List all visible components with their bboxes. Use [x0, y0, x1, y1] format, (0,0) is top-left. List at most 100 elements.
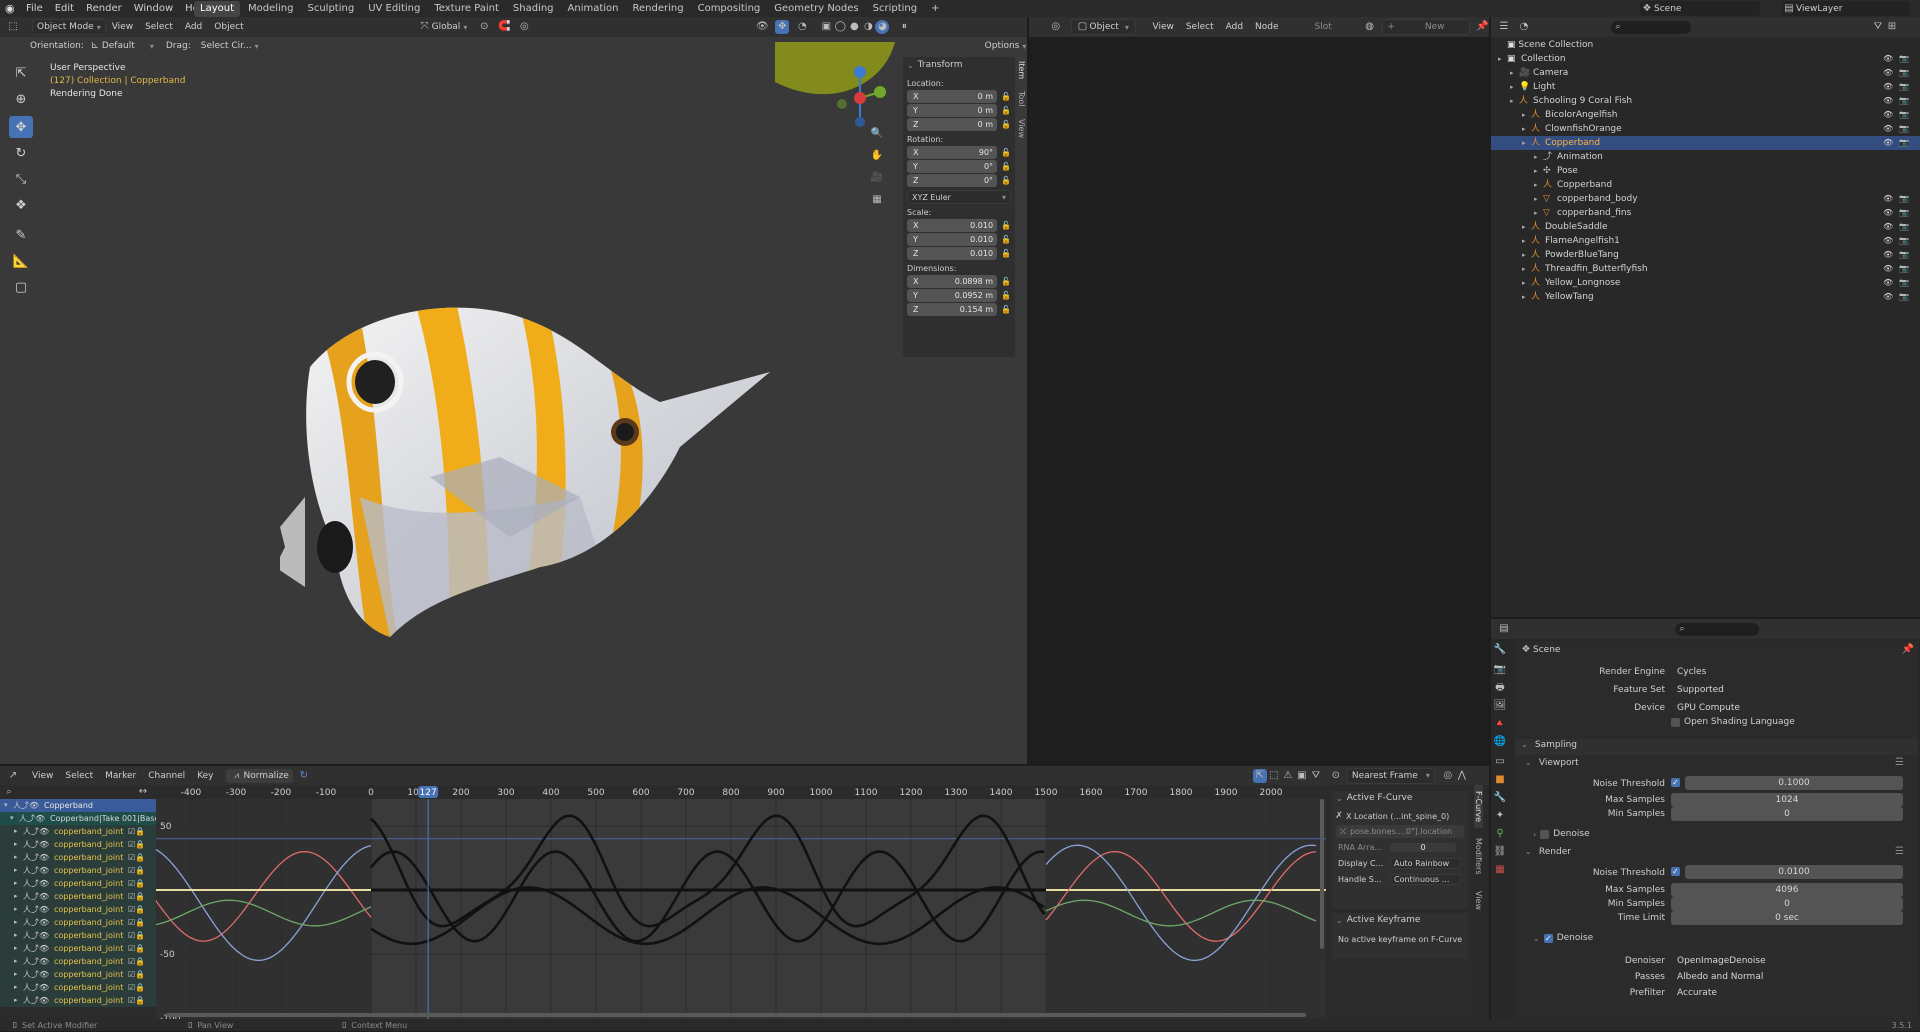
new-material-button[interactable]: + New — [1382, 19, 1469, 35]
expand-arrow-icon[interactable]: ▸ — [14, 825, 18, 838]
channel-toggle-icons[interactable]: ☑🔒 — [128, 877, 145, 890]
channel-toggle-icons[interactable]: ☑🔒 — [128, 994, 145, 1007]
channel-toggle-icons[interactable]: ☑🔒 — [128, 968, 145, 981]
channel-toggle-icons[interactable]: ☑🔒 — [128, 929, 145, 942]
perspective-grid-icon[interactable]: ▦ — [870, 193, 884, 207]
expand-arrow-icon[interactable]: ▸ — [14, 955, 18, 968]
disclosure-arrow-icon[interactable]: ▸ — [1534, 150, 1538, 164]
tab-graph-view[interactable]: View — [1474, 885, 1483, 916]
outliner-item[interactable]: ▸▽copperband_body👁📷 — [1491, 192, 1920, 206]
expand-arrow-icon[interactable]: ▸ — [14, 877, 18, 890]
sync-icon[interactable]: ↔ — [136, 785, 150, 799]
disclosure-arrow-icon[interactable]: ▸ — [1498, 52, 1502, 66]
lock-icon[interactable]: 🔓 — [1001, 277, 1011, 286]
disclosure-arrow-icon[interactable]: ▸ — [1522, 290, 1526, 304]
channel-toggle-icons[interactable]: ☑🔒 — [128, 942, 145, 955]
snap-icon[interactable]: 🧲 — [497, 20, 511, 34]
render-camera-icon[interactable]: 📷 — [1899, 220, 1909, 234]
disclosure-arrow-icon[interactable]: ▸ — [1534, 192, 1538, 206]
render-camera-icon[interactable]: 📷 — [1899, 192, 1909, 206]
visibility-eye-icon[interactable]: 👁 — [1883, 248, 1893, 262]
scene-tab-icon[interactable]: 🔺 — [1493, 717, 1507, 731]
orientation-value[interactable]: Default — [102, 41, 150, 51]
rotate-tool-icon[interactable]: ↻ — [9, 142, 33, 164]
world-tab-icon[interactable]: 🌐 — [1493, 735, 1507, 749]
list-icon[interactable]: ☰ — [1895, 846, 1904, 857]
tab-geometry-nodes[interactable]: Geometry Nodes — [768, 1, 864, 17]
viewlayer-selector[interactable]: ▤ ViewLayer — [1782, 1, 1910, 16]
disclosure-arrow-icon[interactable]: ▸ — [1522, 262, 1526, 276]
viewport-noise-threshold-field[interactable]: 0.1000 — [1685, 776, 1903, 790]
channel-row[interactable]: ▸⼈⤴👁copperband_joint☑🔒 — [0, 851, 156, 864]
viewport-denoise-subpanel[interactable]: › Denoise — [1533, 829, 1590, 839]
editor-type-icon[interactable]: ☰ — [1497, 20, 1511, 34]
expand-arrow-icon[interactable]: ▸ — [14, 890, 18, 903]
proportional-icon[interactable]: ◎ — [1441, 769, 1455, 783]
visibility-eye-icon[interactable]: 👁 — [1883, 136, 1893, 150]
expand-arrow-icon[interactable]: ▸ — [14, 968, 18, 981]
handle-smoothing-dropdown[interactable]: Continuous ... — [1390, 874, 1461, 885]
disclosure-arrow-icon[interactable]: ▸ — [1510, 66, 1514, 80]
visibility-eye-icon[interactable]: 👁 — [1883, 192, 1893, 206]
viewport-min-samples-field[interactable]: 0 — [1671, 807, 1903, 821]
viewport-menu-view[interactable]: View — [106, 18, 139, 36]
new-collection-icon[interactable]: ⊞ — [1885, 20, 1899, 34]
tab-rendering[interactable]: Rendering — [627, 1, 690, 17]
tool-tab-icon[interactable]: 🔧 — [1493, 643, 1507, 657]
lock-icon[interactable]: 🔓 — [1001, 176, 1011, 185]
visibility-eye-icon[interactable]: 👁 — [1883, 220, 1893, 234]
expand-arrow-icon[interactable]: ▸ — [14, 994, 18, 1007]
material-icon[interactable]: ◍ — [1363, 20, 1377, 34]
object-tab-icon[interactable]: ■ — [1493, 773, 1507, 787]
outliner-item[interactable]: ▸⼈Yellow_Longnose👁📷 — [1491, 276, 1920, 290]
passes-dropdown[interactable]: Albedo and Normal — [1671, 970, 1909, 984]
pin-icon[interactable]: 📌 — [1476, 20, 1490, 34]
expand-arrow-icon[interactable]: ▸ — [14, 864, 18, 877]
graph-menu-key[interactable]: Key — [191, 767, 219, 785]
channel-row[interactable]: ▸⼈⤴👁copperband_joint☑🔒 — [0, 929, 156, 942]
falloff-icon[interactable]: ⋀ — [1455, 769, 1469, 783]
lock-icon[interactable]: 🔓 — [1001, 305, 1011, 314]
tab-fcurve[interactable]: F-Curve — [1474, 785, 1483, 828]
xray-icon[interactable]: ▣ — [819, 20, 833, 34]
tab-modeling[interactable]: Modeling — [242, 1, 300, 17]
render-camera-icon[interactable]: 📷 — [1899, 290, 1909, 304]
modifier-tab-icon[interactable]: 🔧 — [1493, 791, 1507, 805]
render-camera-icon[interactable]: 📷 — [1899, 108, 1909, 122]
render-max-samples-field[interactable]: 4096 — [1671, 883, 1903, 897]
disclosure-arrow-icon[interactable]: ▸ — [1522, 234, 1526, 248]
outliner-item[interactable]: ▸⤴Animation — [1491, 150, 1920, 164]
expand-arrow-icon[interactable]: ▸ — [14, 903, 18, 916]
render-camera-icon[interactable]: 📷 — [1899, 136, 1909, 150]
properties-search[interactable]: ⌕ — [1675, 623, 1759, 636]
render-camera-icon[interactable]: 📷 — [1899, 80, 1909, 94]
outliner-root[interactable]: ▣ Scene Collection — [1491, 38, 1857, 52]
snap-dropdown[interactable]: Nearest Frame ▾ — [1347, 768, 1435, 784]
channel-row[interactable]: ▸⼈⤴👁copperband_joint☑🔒 — [0, 955, 156, 968]
pause-icon[interactable]: ⏸ — [897, 20, 911, 34]
select-tool-icon[interactable]: ⇱ — [9, 62, 33, 84]
filter-icon[interactable]: ⛛ — [1309, 769, 1323, 783]
location-field[interactable]: X0 m — [907, 90, 997, 103]
proportional-edit-icon[interactable]: ◎ — [517, 20, 531, 34]
viewport-3d[interactable]: ⬚ Object Mode ▾ View Select Add Object ⤧… — [0, 17, 1027, 764]
viewport-noise-checkbox[interactable]: ✓ — [1671, 778, 1680, 787]
pan-hand-icon[interactable]: ✋ — [870, 149, 884, 163]
visibility-eye-icon[interactable]: 👁 — [1883, 234, 1893, 248]
outliner-item[interactable]: ▸💡Light👁📷 — [1491, 80, 1920, 94]
graph-menu-channel[interactable]: Channel — [142, 767, 191, 785]
cursor-tool-icon[interactable]: ⊕ — [9, 88, 33, 110]
disclosure-arrow-icon[interactable]: ▸ — [1510, 94, 1514, 108]
rotation-mode-dropdown[interactable]: XYZ Euler ▾ — [907, 190, 1011, 204]
menu-edit[interactable]: Edit — [49, 0, 80, 18]
disclosure-arrow-icon[interactable]: ▸ — [1522, 248, 1526, 262]
annotate-tool-icon[interactable]: ✎ — [9, 224, 33, 246]
camera-view-icon[interactable]: 🎥 — [870, 171, 884, 185]
visibility-eye-icon[interactable]: 👁 — [1883, 276, 1893, 290]
channel-row[interactable]: ▸⼈⤴👁copperband_joint☑🔒 — [0, 890, 156, 903]
tab-item[interactable]: Item — [1017, 57, 1026, 83]
tab-scripting[interactable]: Scripting — [867, 1, 923, 17]
render-camera-icon[interactable]: 📷 — [1899, 248, 1909, 262]
render-noise-threshold-field[interactable]: 0.0100 — [1685, 865, 1903, 879]
render-camera-icon[interactable]: 📷 — [1899, 234, 1909, 248]
